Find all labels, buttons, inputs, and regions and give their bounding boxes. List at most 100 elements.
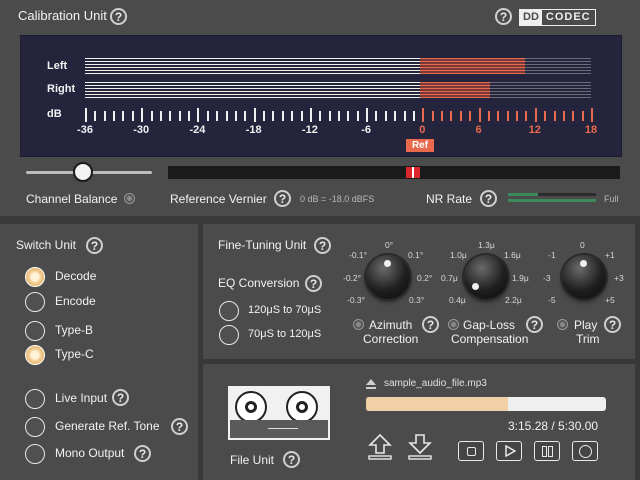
tape-reel-icon — [228, 386, 330, 440]
knob-tick: +5 — [605, 295, 615, 305]
eq-conversion-title: EQ Conversion — [218, 276, 300, 290]
play-trim-led — [557, 319, 568, 330]
mono-output-label: Mono Output — [55, 446, 125, 460]
help-icon[interactable]: ? — [480, 190, 497, 207]
meter-tick — [422, 108, 425, 122]
download-icon[interactable] — [408, 433, 432, 463]
help-icon[interactable]: ? — [314, 237, 331, 254]
azimuth-knob[interactable] — [366, 255, 410, 299]
meter-tick — [366, 108, 369, 122]
page-title: Calibration Unit — [18, 8, 107, 23]
knob-tick: -1 — [548, 250, 556, 260]
type-b-label: Type-B — [55, 323, 94, 337]
meter-tick — [131, 111, 134, 121]
meter-tick — [516, 111, 519, 121]
azimuth-label-2: Correction — [363, 332, 419, 346]
meter-tick — [178, 111, 181, 121]
help-icon[interactable]: ? — [86, 237, 103, 254]
help-icon[interactable]: ? — [283, 451, 300, 468]
play-button[interactable] — [496, 441, 522, 461]
help-icon[interactable]: ? — [171, 418, 188, 435]
meter-tick — [375, 111, 378, 121]
file-progress-bar[interactable] — [366, 397, 606, 411]
knob-tick: 0.4μ — [449, 295, 466, 305]
upload-icon[interactable] — [368, 433, 392, 463]
meter-tick — [281, 111, 284, 121]
knob-tick: 0.3° — [409, 295, 425, 305]
mono-output-radio[interactable] — [25, 444, 45, 464]
play-trim-knob[interactable] — [562, 255, 606, 299]
meter-tick — [572, 111, 575, 121]
decode-radio[interactable] — [25, 267, 45, 287]
vernier-marker[interactable] — [406, 167, 420, 178]
meter-scale-label: 18 — [584, 124, 598, 136]
meter-tick — [450, 111, 453, 121]
knob-tick: 0.7μ — [441, 273, 458, 283]
knob-tick: 2.2μ — [505, 295, 522, 305]
help-icon[interactable]: ? — [110, 8, 127, 25]
help-icon[interactable]: ? — [604, 316, 621, 333]
meter-tick — [159, 111, 162, 121]
meter-tick — [291, 111, 294, 121]
file-unit-title: File Unit — [230, 453, 275, 467]
help-icon[interactable]: ? — [134, 445, 151, 462]
slider-thumb[interactable] — [73, 162, 93, 182]
help-icon[interactable]: ? — [422, 316, 439, 333]
help-icon[interactable]: ? — [112, 389, 129, 406]
meter-tick — [225, 111, 228, 121]
meter-scale-label: -30 — [133, 124, 150, 136]
meter-tick — [562, 111, 565, 121]
type-b-radio[interactable] — [25, 321, 45, 341]
decode-label: Decode — [55, 269, 97, 283]
meter-tick — [591, 108, 593, 122]
help-icon[interactable]: ? — [526, 316, 543, 333]
eject-icon[interactable] — [366, 379, 376, 385]
vernier-marker-line — [412, 167, 414, 178]
meter-bar-left-signal — [85, 58, 420, 74]
meter-tick — [553, 111, 556, 121]
knob-tick: 0 — [580, 240, 585, 250]
level-meter: Left Right dB -36 -30 -24 -18 -12 -6 0 6 12 18 — [20, 35, 622, 157]
play-icon — [505, 445, 516, 457]
help-icon[interactable]: ? — [274, 190, 291, 207]
file-progress-fill — [366, 397, 508, 411]
reference-vernier-value: 0 dB = -18.0 dBFS — [300, 194, 375, 204]
encode-radio[interactable] — [25, 292, 45, 312]
ref-tone-radio[interactable] — [25, 417, 45, 437]
gaploss-knob[interactable] — [464, 255, 508, 299]
knob-tick: -5 — [548, 295, 556, 305]
meter-scale-label: -24 — [189, 124, 206, 136]
nr-rate-bar-bottom — [508, 199, 596, 202]
brand-logo: DD CODEC — [519, 9, 596, 26]
eq-70-to-120-radio[interactable] — [219, 325, 239, 345]
meter-tick — [328, 111, 331, 121]
live-input-radio[interactable] — [25, 389, 45, 409]
meter-tick — [459, 111, 462, 121]
meter-tick — [253, 108, 256, 122]
record-button[interactable] — [572, 441, 598, 461]
channel-balance-led — [124, 193, 135, 204]
meter-tick — [319, 111, 322, 121]
knob-tick: -0.1° — [349, 250, 368, 260]
type-c-radio[interactable] — [25, 345, 45, 365]
pause-button[interactable] — [534, 441, 560, 461]
help-icon[interactable]: ? — [495, 8, 512, 25]
meter-tick — [356, 111, 359, 121]
help-icon[interactable]: ? — [305, 275, 322, 292]
reference-vernier-bar[interactable] — [168, 166, 620, 179]
stop-button[interactable] — [458, 441, 484, 461]
tape-arrow-icon — [268, 428, 298, 429]
knob-indicator — [472, 283, 479, 290]
meter-bar-left — [85, 58, 591, 74]
nr-rate-fill-bottom — [508, 199, 596, 202]
tape-reel-right — [286, 391, 318, 423]
record-icon — [579, 445, 592, 458]
time-display: 3:15.28 / 5:30.00 — [508, 419, 599, 433]
divider — [203, 359, 640, 364]
divider — [198, 224, 203, 480]
eq-120-to-70-radio[interactable] — [219, 301, 239, 321]
meter-tick — [141, 108, 144, 122]
meter-tick — [525, 111, 528, 121]
meter-tick — [506, 111, 509, 121]
channel-balance-slider[interactable] — [26, 162, 152, 184]
